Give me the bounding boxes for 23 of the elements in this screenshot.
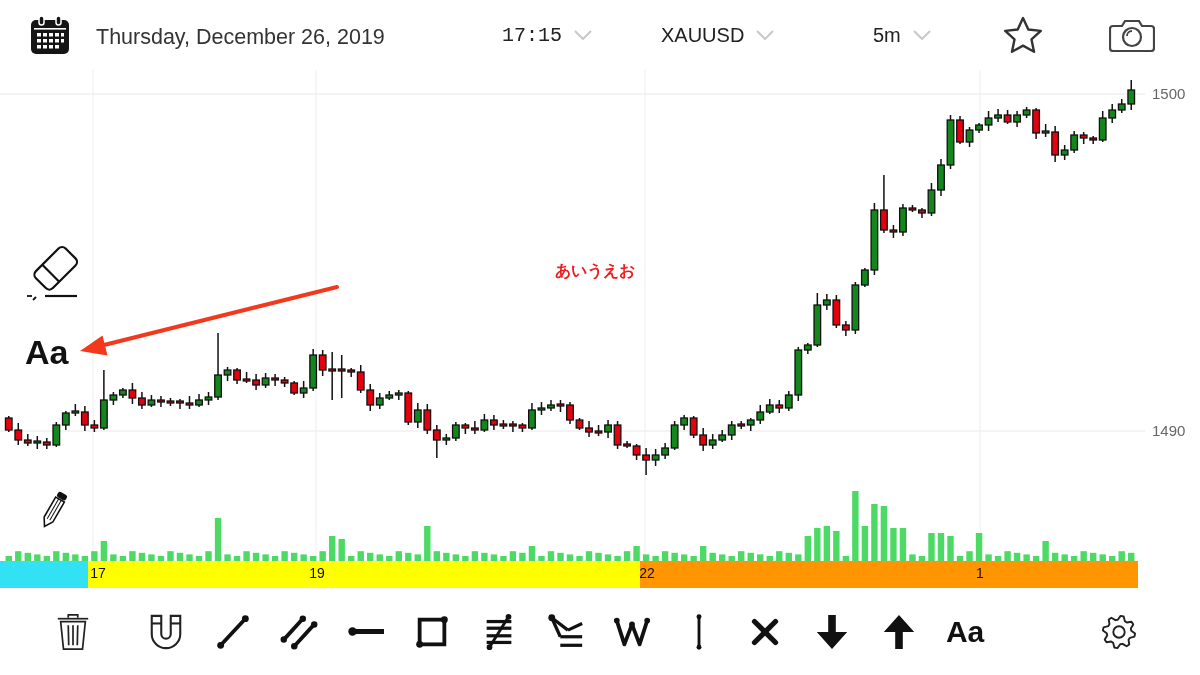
time-dropdown[interactable]: 17:15 xyxy=(502,23,592,47)
calendar-icon xyxy=(30,15,70,55)
camera-button[interactable] xyxy=(1109,18,1155,52)
chevron-down-icon xyxy=(574,30,592,40)
interval-dropdown[interactable]: 5m xyxy=(873,23,931,47)
date-label: 17 xyxy=(90,565,106,581)
price-label: 1490 xyxy=(1152,422,1186,440)
date-label: 1 xyxy=(976,565,984,581)
settings-icon xyxy=(1100,612,1138,651)
chevron-down-icon xyxy=(756,30,775,40)
favorite-button[interactable] xyxy=(1003,16,1043,54)
star-icon xyxy=(1003,16,1043,54)
date-label: 22 xyxy=(639,565,655,581)
chevron-down-icon xyxy=(912,30,931,40)
date-label: Thursday, December 26, 2019 xyxy=(96,24,385,50)
symbol-dropdown[interactable]: XAUUSD xyxy=(661,23,775,47)
date-label: 19 xyxy=(309,565,325,581)
price-label: 1500 xyxy=(1152,85,1186,103)
calendar-button[interactable] xyxy=(30,15,70,55)
horizontal-line-icon xyxy=(347,627,384,636)
cross-icon xyxy=(750,616,781,647)
camera-icon xyxy=(1109,18,1155,52)
text-tool-button[interactable]: Aa xyxy=(943,609,988,654)
